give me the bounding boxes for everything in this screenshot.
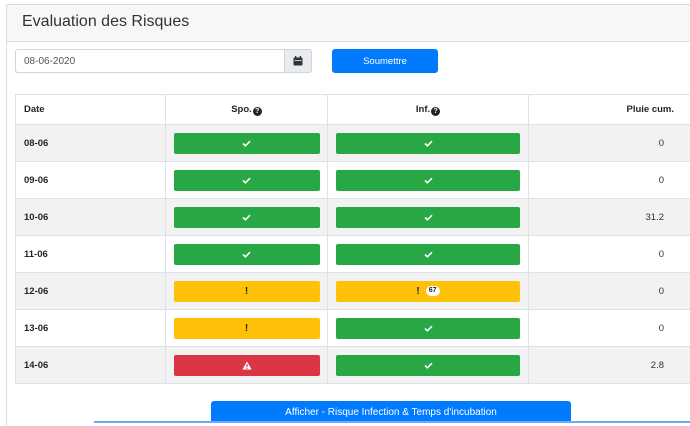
spo-status-ok[interactable]: [173, 132, 320, 154]
check-icon: [423, 362, 433, 369]
table-row: 13-06! 0: [15, 309, 690, 347]
calendar-button[interactable]: [284, 49, 312, 73]
check-icon: [423, 214, 433, 221]
cell-inf: [327, 346, 529, 384]
warning-triangle-icon: [241, 361, 252, 369]
spo-status-ok[interactable]: [173, 169, 320, 191]
table-body: 08-06 0 09-06 0 10-06 31.2 11-06 0 12-06!! 67 0 13-…: [15, 124, 690, 384]
inf-status-ok[interactable]: [336, 317, 520, 339]
header-inf: Inf.?: [327, 94, 529, 125]
cell-inf: [327, 124, 529, 162]
cell-pluie: 0: [528, 124, 690, 162]
exclamation-icon: !: [244, 322, 249, 334]
submit-button[interactable]: Soumettre: [332, 49, 438, 73]
cell-pluie: 2.8: [528, 346, 690, 384]
cell-inf: ! 67: [327, 272, 529, 310]
inf-status-ok[interactable]: [336, 132, 520, 154]
check-icon: [242, 140, 251, 147]
cell-inf: [327, 309, 529, 347]
page-title: Evaluation des Risques: [22, 13, 190, 30]
cell-spo: [165, 346, 328, 384]
inf-status-ok[interactable]: [336, 243, 520, 265]
check-icon: [423, 140, 433, 147]
cell-date: 13-06: [15, 309, 166, 347]
header-date: Date: [15, 94, 166, 125]
spo-status-warning[interactable]: !: [173, 280, 320, 302]
header-spo: Spo.?: [165, 94, 328, 125]
cell-date: 09-06: [15, 161, 166, 199]
spo-status-ok[interactable]: [173, 243, 320, 265]
table-row: 11-06 0: [15, 235, 690, 273]
cell-inf: [327, 198, 529, 236]
table-header-row: Date Spo.? Inf.? Pluie cum.: [15, 94, 690, 125]
cell-spo: [165, 161, 328, 199]
risk-table: Date Spo.? Inf.? Pluie cum. 08-06 0 09-06 0…: [15, 94, 690, 384]
check-icon: [242, 251, 251, 258]
card-header: Evaluation des Risques: [7, 5, 690, 42]
cell-pluie: 0: [528, 235, 690, 273]
inf-status-ok[interactable]: [336, 354, 520, 376]
check-icon: [423, 325, 433, 332]
cell-date: 12-06: [15, 272, 166, 310]
cell-date: 14-06: [15, 346, 166, 384]
question-circle-icon[interactable]: ?: [252, 106, 262, 116]
table-row: 12-06!! 67 0: [15, 272, 690, 310]
cell-pluie: 0: [528, 309, 690, 347]
spo-status-danger[interactable]: [173, 354, 320, 376]
calendar-icon: [293, 56, 303, 66]
table-row: 10-06 31.2: [15, 198, 690, 236]
exclamation-icon: !: [244, 285, 249, 297]
cell-spo: [165, 198, 328, 236]
table-row: 08-06 0: [15, 124, 690, 162]
check-icon: [423, 177, 433, 184]
cell-spo: !: [165, 309, 328, 347]
inf-status-ok[interactable]: [336, 169, 520, 191]
cell-spo: !: [165, 272, 328, 310]
bottom-divider: [94, 421, 690, 423]
cell-spo: [165, 235, 328, 273]
cell-inf: [327, 235, 529, 273]
show-infection-risk-button[interactable]: Afficher - Risque Infection & Temps d'in…: [211, 401, 571, 423]
cell-spo: [165, 124, 328, 162]
exclamation-icon: !: [416, 285, 420, 297]
count-badge: 67: [425, 286, 440, 296]
date-input[interactable]: [15, 49, 285, 73]
question-circle-icon[interactable]: ?: [431, 106, 441, 116]
cell-pluie: 0: [528, 161, 690, 199]
table-row: 09-06 0: [15, 161, 690, 199]
cell-pluie: 31.2: [528, 198, 690, 236]
cell-date: 10-06: [15, 198, 166, 236]
spo-status-warning[interactable]: !: [173, 317, 320, 339]
inf-status-warning[interactable]: ! 67: [336, 280, 520, 302]
cell-date: 08-06: [15, 124, 166, 162]
cell-pluie: 0: [528, 272, 690, 310]
header-pluie: Pluie cum.: [528, 94, 690, 125]
check-icon: [242, 214, 251, 221]
inf-status-ok[interactable]: [336, 206, 520, 228]
check-icon: [423, 251, 433, 258]
cell-date: 11-06: [15, 235, 166, 273]
cell-inf: [327, 161, 529, 199]
table-row: 14-06 2.8: [15, 346, 690, 384]
spo-status-ok[interactable]: [173, 206, 320, 228]
check-icon: [242, 177, 251, 184]
